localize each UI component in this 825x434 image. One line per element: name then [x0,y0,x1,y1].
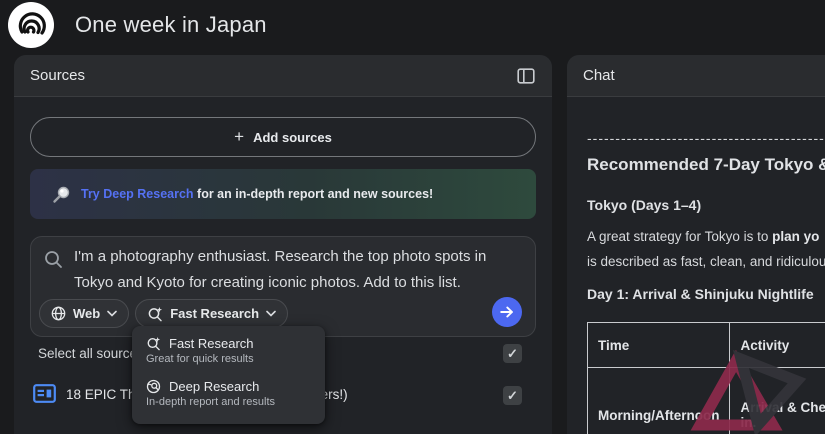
menu-item-label: Fast Research [169,336,254,351]
notebooklm-logo-icon [8,2,54,48]
select-all-sources-label: Select all sources [38,346,144,361]
arrow-right-icon [498,303,516,321]
paragraph-bold-text: plan yo [772,229,820,244]
research-query-card: I'm a photography enthusiast. Research t… [30,236,536,337]
tokyo-section-heading: Tokyo (Days 1–4) [587,197,702,213]
research-query-input[interactable]: I'm a photography enthusiast. Research t… [74,244,524,296]
menu-item-description: Great for quick results [146,353,254,365]
research-mode-menu: Fast Research Great for quick results De… [132,326,325,424]
menu-item-fast-research[interactable]: Fast Research Great for quick results [132,334,325,371]
chat-panel-header: Chat [567,55,825,97]
chevron-down-icon [107,310,118,317]
sources-panel: Sources + Add sources Try Deep Research … [14,55,552,434]
top-bar: One week in Japan [0,0,825,55]
search-icon [44,250,63,269]
add-sources-button[interactable]: + Add sources [30,117,536,157]
menu-item-description: In-depth report and results [146,396,276,408]
source-item-checkbox[interactable]: ✓ [503,386,522,405]
collapse-panel-icon[interactable] [516,66,536,86]
magnifying-glass-icon [52,185,71,204]
notebooklm-app: One week in Japan Sources + Add sources [0,0,825,434]
sources-panel-title: Sources [30,67,86,84]
search-spark-icon [146,336,161,351]
search-globe-icon [146,379,161,394]
query-line-2: Tokyo and Kyoto for creating iconic phot… [74,274,461,291]
itinerary-heading: Recommended 7-Day Tokyo & Ky [587,155,825,174]
chat-panel-title: Chat [583,67,615,84]
try-deep-research-link[interactable]: Try Deep Research [81,187,194,201]
check-icon: ✓ [507,345,518,361]
search-spark-icon [147,306,163,322]
plus-icon: + [234,127,245,146]
add-sources-label: Add sources [253,129,332,145]
menu-item-deep-research[interactable]: Deep Research In-depth report and result… [132,377,325,414]
web-scope-dropdown[interactable]: Web [39,299,130,328]
paragraph-text: A great strategy for Tokyo is to [587,229,773,244]
sources-panel-header: Sources [14,55,552,97]
web-article-icon [33,384,56,403]
select-all-checkbox[interactable]: ✓ [503,344,522,363]
banner-text: for an in-depth report and new sources! [197,187,434,201]
deep-research-banner: Try Deep Research for an in-depth report… [30,169,536,219]
check-icon: ✓ [507,387,518,403]
itinerary-paragraph-line-2: is described as fast, clean, and ridicul… [587,254,825,269]
web-scope-label: Web [73,306,101,321]
notebook-title[interactable]: One week in Japan [75,12,267,38]
message-separator: ----------------------------------------… [587,130,825,146]
itinerary-paragraph-line-1: A great strategy for Tokyo is to plan yo [587,229,825,244]
submit-research-button[interactable] [492,297,522,327]
chevron-down-icon [266,310,276,317]
research-mode-dropdown[interactable]: Fast Research [135,299,289,328]
android-police-watermark [690,350,808,434]
query-options-row: Web Fast Research [39,299,289,328]
globe-icon [51,306,66,321]
menu-item-label: Deep Research [169,379,260,394]
query-line-1: I'm a photography enthusiast. Research t… [74,248,487,265]
day1-heading: Day 1: Arrival & Shinjuku Nightlife [587,286,814,302]
research-mode-label: Fast Research [170,306,260,321]
